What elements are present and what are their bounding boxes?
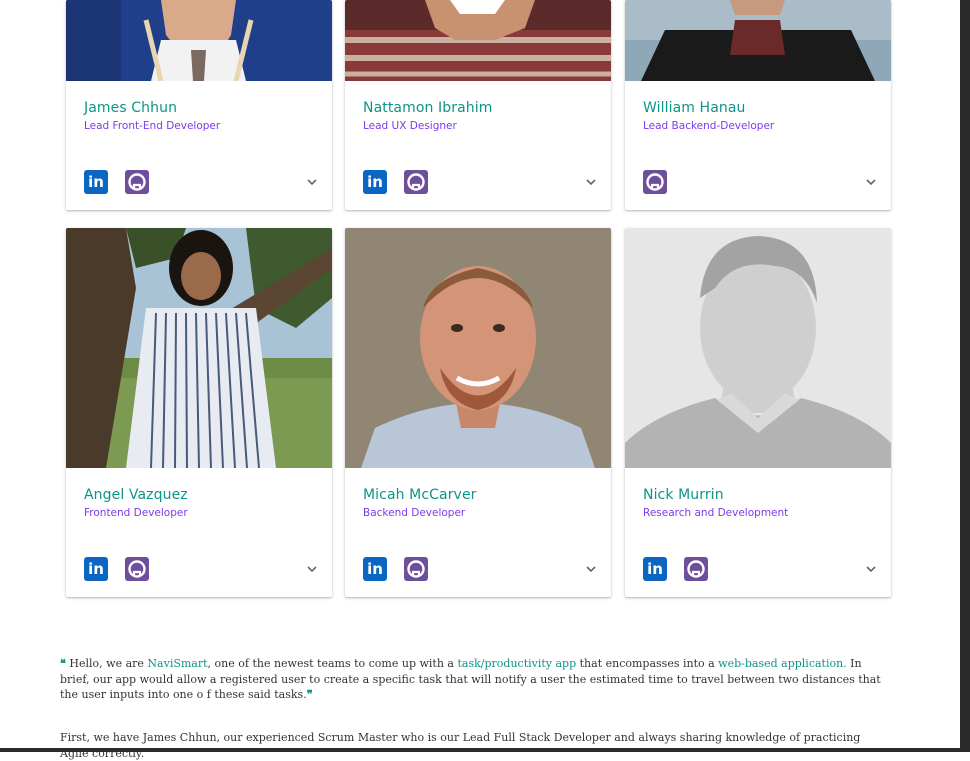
chevron-down-icon[interactable] (585, 176, 597, 188)
team-card-james: James Chhun Lead Front-End Developer in (66, 0, 332, 210)
profile-photo (625, 228, 891, 468)
profile-photo (66, 228, 332, 468)
linkedin-icon[interactable]: in (643, 557, 667, 581)
about-text: that encompasses into a (576, 657, 719, 670)
member-role: Frontend Developer (84, 507, 188, 519)
task-app-link[interactable]: task/productivity app (457, 657, 576, 670)
chevron-down-icon[interactable] (585, 563, 597, 575)
quote-open-icon: ❝ (60, 657, 66, 670)
member-role: Backend Developer (363, 507, 466, 519)
chevron-down-icon[interactable] (306, 563, 318, 575)
linkedin-icon[interactable]: in (84, 557, 108, 581)
team-card-micah: Micah McCarver Backend Developer in (345, 228, 611, 597)
member-role: Lead Backend-Developer (643, 120, 775, 132)
linkedin-icon[interactable]: in (363, 557, 387, 581)
profile-photo (66, 0, 332, 81)
member-name: Angel Vazquez (84, 487, 188, 503)
linkedin-icon[interactable]: in (363, 170, 387, 194)
window-frame-bottom (0, 748, 970, 752)
member-name: William Hanau (643, 100, 746, 116)
chevron-down-icon[interactable] (865, 176, 877, 188)
about-text: , one of the newest teams to come up wit… (207, 657, 458, 670)
member-role: Lead UX Designer (363, 120, 457, 132)
chevron-down-icon[interactable] (306, 176, 318, 188)
member-name: James Chhun (84, 100, 178, 116)
web-app-link[interactable]: web-based application. (718, 657, 847, 670)
about-paragraph-2: First, we have James Chhun, our experien… (60, 731, 861, 760)
profile-photo (625, 0, 891, 81)
window-frame (960, 0, 970, 752)
github-icon[interactable] (643, 170, 667, 194)
member-name: Micah McCarver (363, 487, 477, 503)
profile-photo (345, 228, 611, 468)
about-paragraph: ❝ Hello, we are NaviSmart, one of the ne… (60, 656, 890, 703)
github-icon[interactable] (404, 170, 428, 194)
quote-close-icon: ❞ (306, 688, 313, 701)
team-card-nattamon: Nattamon Ibrahim Lead UX Designer in (345, 0, 611, 210)
linkedin-icon[interactable]: in (84, 170, 108, 194)
about-text: Hello, we are (69, 657, 148, 670)
member-role: Research and Development (643, 507, 789, 519)
github-icon[interactable] (684, 557, 708, 581)
brand-link[interactable]: NaviSmart (147, 657, 207, 670)
team-card-william: William Hanau Lead Backend-Developer (625, 0, 891, 210)
github-icon[interactable] (125, 170, 149, 194)
github-icon[interactable] (404, 557, 428, 581)
profile-photo (345, 0, 611, 81)
member-name: Nick Murrin (643, 487, 724, 503)
member-role: Lead Front-End Developer (84, 120, 221, 132)
team-card-nick: Nick Murrin Research and Development in (625, 228, 891, 597)
member-name: Nattamon Ibrahim (363, 100, 493, 116)
chevron-down-icon[interactable] (865, 563, 877, 575)
team-card-angel: Angel Vazquez Frontend Developer in (66, 228, 332, 597)
github-icon[interactable] (125, 557, 149, 581)
